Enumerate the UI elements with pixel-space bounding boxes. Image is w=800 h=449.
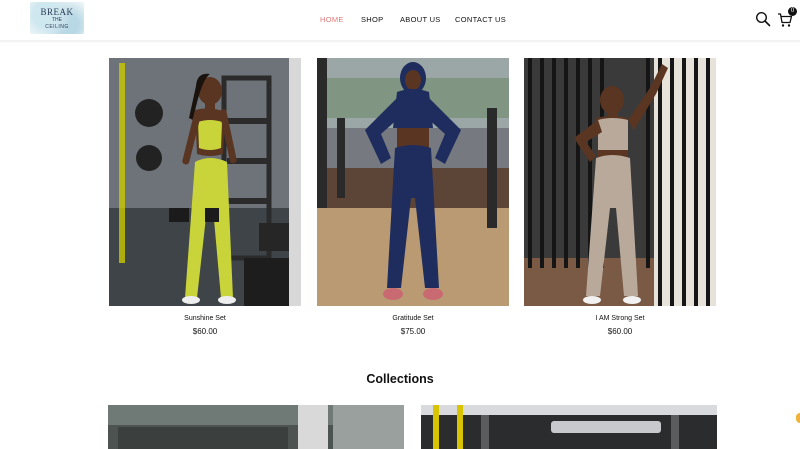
nav-contact-us[interactable]: CONTACT US [455,15,506,24]
product-name[interactable]: I AM Strong Set [524,315,716,322]
product-name[interactable]: Sunshine Set [109,315,301,322]
nav-shop[interactable]: SHOP [361,15,383,24]
header-divider [0,40,800,42]
product-name[interactable]: Gratitude Set [317,315,509,322]
collections-heading: Collections [366,372,434,386]
cart-button[interactable]: 0 [777,7,797,28]
nav-home[interactable]: HOME [320,15,344,24]
search-icon[interactable] [755,11,771,27]
collection-tile[interactable] [108,405,404,449]
site-header: BREAK THE CEILING HOME SHOP ABOUT US CON… [0,0,800,40]
cart-count-badge: 0 [788,7,797,16]
product-image[interactable] [109,58,301,306]
product-price: $60.00 [607,327,633,336]
collection-tile[interactable] [421,405,717,449]
chat-widget-button[interactable] [796,413,800,423]
product-image[interactable] [317,58,509,306]
product-price: $60.00 [192,327,218,336]
product-price: $75.00 [400,327,426,336]
main-nav: HOME SHOP ABOUT US CONTACT US [0,15,800,27]
nav-about-us[interactable]: ABOUT US [400,15,441,24]
product-image[interactable] [524,58,716,306]
